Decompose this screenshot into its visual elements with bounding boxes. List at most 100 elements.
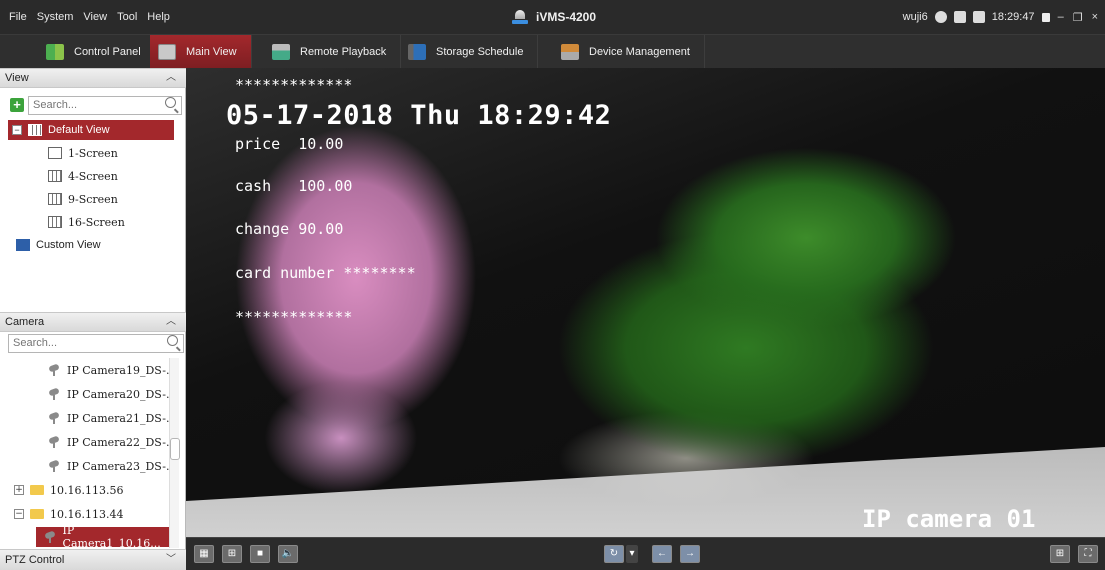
camera-item[interactable]: IP Camera19_DS-... [48, 360, 176, 380]
main-view-icon [158, 44, 176, 60]
camera-icon [48, 364, 61, 376]
alarm-icon[interactable] [953, 11, 966, 23]
menu-help[interactable]: Help [142, 11, 175, 23]
menu-tool[interactable]: Tool [112, 11, 142, 23]
tree-item-label: 1-Screen [68, 146, 118, 160]
ptz-section-title: PTZ Control [5, 554, 65, 566]
view-group-icon [28, 124, 42, 136]
device-node-56[interactable]: + 10.16.113.56 [14, 480, 123, 500]
tree-item-default-view[interactable]: − Default View [8, 120, 174, 140]
osd-datetime: 05-17-2018 Thu 18:29:42 [226, 100, 612, 131]
collapse-node-icon[interactable]: − [14, 509, 24, 519]
osd-price: price 10.00 [235, 135, 344, 153]
app-title-text: iVMS-4200 [536, 10, 597, 24]
folder-icon [30, 509, 44, 519]
device-node-44[interactable]: − 10.16.113.44 [14, 504, 123, 524]
camera-item-selected[interactable]: IP Camera1_10.16... [36, 524, 172, 550]
fullscreen-icon[interactable]: ⛶ [1078, 545, 1098, 563]
camera-list-scrollbar[interactable] [169, 358, 180, 548]
view-section-title: View [5, 72, 29, 84]
camera-item[interactable]: IP Camera22_DS-... [48, 432, 176, 452]
scrollbar-thumb[interactable] [170, 438, 180, 460]
control-panel-icon [46, 44, 64, 60]
previous-icon[interactable]: ← [652, 545, 672, 563]
ptz-section-header[interactable]: PTZ Control ﹀ [0, 549, 186, 570]
camera-item[interactable]: IP Camera20_DS-... [48, 384, 176, 404]
volume-icon[interactable]: 🔈 [278, 545, 298, 563]
screen-layout-icon [48, 216, 62, 228]
next-icon[interactable]: → [680, 545, 700, 563]
tree-item-9-screen[interactable]: 9-Screen [48, 189, 118, 209]
module-tab-bar: Control Panel Main View Remote Playback … [0, 34, 1105, 69]
camera-item-label: IP Camera22_DS-... [67, 435, 177, 449]
layout-icon[interactable]: ⊞ [222, 545, 242, 563]
tree-item-1-screen[interactable]: 1-Screen [48, 143, 118, 163]
title-bar: File System View Tool Help iVMS-4200 wuj… [0, 0, 1105, 34]
tab-label: Remote Playback [300, 46, 387, 58]
osd-stars-bottom: ************* [235, 308, 353, 326]
tab-storage-schedule[interactable]: Storage Schedule [398, 35, 539, 69]
camera-section-title: Camera [5, 316, 45, 328]
camera-icon [48, 460, 61, 472]
screen-layout-icon [48, 193, 62, 205]
tab-label: Control Panel [74, 46, 141, 58]
osd-cash: cash 100.00 [235, 177, 353, 195]
refresh-icon[interactable]: ↻ [604, 545, 624, 563]
restore-icon[interactable]: ❐ [1072, 11, 1084, 24]
tab-remote-playback[interactable]: Remote Playback [262, 35, 402, 69]
minimize-icon[interactable]: – [1057, 11, 1065, 23]
expand-icon[interactable]: ﹀ [166, 550, 176, 570]
camera-item[interactable]: IP Camera23_DS-... [48, 456, 176, 476]
tab-label: Device Management [589, 46, 690, 58]
tab-device-management[interactable]: Device Management [551, 35, 705, 69]
collapse-node-icon[interactable]: − [12, 125, 22, 135]
network-icon[interactable] [934, 11, 947, 23]
window-division-icon[interactable]: ⊞ [1050, 545, 1070, 563]
view-search-row: + [10, 95, 182, 115]
camera-item[interactable]: IP Camera21_DS-... [48, 408, 176, 428]
system-tray: wuji6 18:29:47 – ❐ × [903, 0, 1099, 34]
device-node-label: 10.16.113.56 [50, 483, 124, 497]
camera-icon [48, 436, 61, 448]
menu-bar: File System View Tool Help [4, 0, 175, 34]
camera-item-label: IP Camera1_10.16... [62, 524, 161, 550]
stop-all-icon[interactable]: ■ [250, 545, 270, 563]
osd-change: change 90.00 [235, 220, 344, 238]
menu-file[interactable]: File [4, 11, 32, 23]
cpu-icon[interactable] [972, 11, 985, 23]
tree-item-label: Custom View [36, 239, 101, 251]
search-icon[interactable] [167, 335, 178, 346]
tree-item-label: 4-Screen [68, 169, 118, 183]
tree-item-custom-view[interactable]: Custom View [16, 235, 101, 255]
expand-node-icon[interactable]: + [14, 485, 24, 495]
tree-item-label: 16-Screen [68, 215, 125, 229]
camera-section-header[interactable]: Camera ︿ [0, 312, 186, 332]
view-section-header[interactable]: View ︿ [0, 68, 186, 88]
tab-control-panel[interactable]: Control Panel [36, 35, 156, 69]
tree-item-16-screen[interactable]: 16-Screen [48, 212, 125, 232]
lock-icon[interactable] [1041, 12, 1050, 22]
close-icon[interactable]: × [1091, 11, 1099, 23]
camera-item-label: IP Camera23_DS-... [67, 459, 177, 473]
tab-main-view[interactable]: Main View [150, 35, 252, 69]
save-view-icon[interactable]: ▦ [194, 545, 214, 563]
view-search-input[interactable] [28, 95, 182, 115]
add-view-icon[interactable]: + [10, 97, 24, 112]
collapse-icon[interactable]: ︿ [166, 313, 176, 331]
collapse-icon[interactable]: ︿ [166, 69, 176, 87]
tab-label: Storage Schedule [436, 46, 524, 58]
screen-layout-icon [48, 170, 62, 182]
refresh-dropdown-icon[interactable]: ▾ [626, 545, 638, 563]
camera-item-label: IP Camera20_DS-... [67, 387, 177, 401]
storage-schedule-icon [408, 44, 426, 60]
remote-playback-icon [272, 44, 290, 60]
menu-view[interactable]: View [78, 11, 112, 23]
app-logo-icon [512, 10, 528, 24]
search-icon[interactable] [165, 97, 176, 108]
menu-system[interactable]: System [32, 11, 79, 23]
camera-search-row [8, 333, 184, 353]
camera-search-input[interactable] [8, 333, 184, 353]
tree-item-4-screen[interactable]: 4-Screen [48, 166, 118, 186]
live-video-window[interactable]: ************* 05-17-2018 Thu 18:29:42 pr… [186, 68, 1105, 537]
custom-view-icon [16, 239, 30, 251]
